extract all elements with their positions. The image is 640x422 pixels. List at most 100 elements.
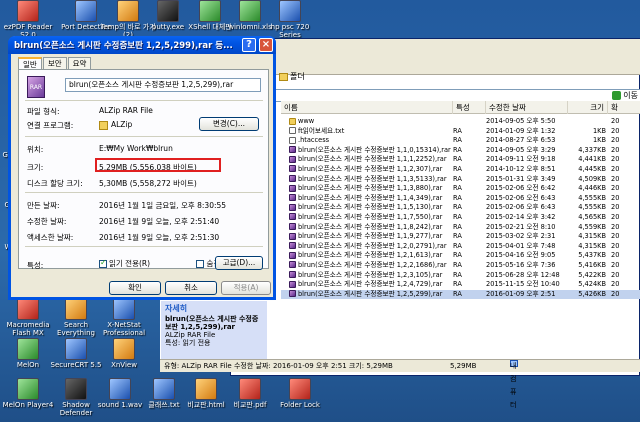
- app-icon: [199, 0, 221, 22]
- status-bar: 유형: ALZip RAR File 수정한 날짜: 2016-01-09 오후…: [160, 359, 640, 409]
- rar-file-icon: [289, 290, 296, 298]
- file-name-text: blrun(오픈소스 게시판 수정증보판 1,1,3,5133),rar: [298, 174, 447, 183]
- file-name: blrun(오픈소스 게시판 수정증보판 1,1,1,2252),rar: [289, 155, 457, 165]
- cancel-button[interactable]: 취소: [165, 281, 217, 295]
- change-button[interactable]: 변경(C)...: [199, 117, 259, 131]
- file-row[interactable]: blrun(오픈소스 게시판 수정증보판 1,2,1,613),rar RA 201…: [281, 251, 640, 261]
- go-button[interactable]: 이동: [611, 90, 638, 101]
- text-file-icon: [289, 127, 296, 135]
- file-row[interactable]: blrun(오픈소스 게시판 수정증보판 1,2,3,105),rar RA 201…: [281, 271, 640, 281]
- column-header-name[interactable]: 이름: [281, 101, 453, 114]
- open-with-app-name: ALZip: [111, 120, 133, 129]
- folders-button[interactable]: 폴더: [279, 71, 305, 82]
- rar-file-icon: [289, 232, 296, 240]
- created-value: 2016년 1월 1일 금요일, 오후 8:30:55: [99, 201, 227, 210]
- advanced-button[interactable]: 고급(D)...: [215, 256, 263, 270]
- file-row[interactable]: blrun(오픈소스 게시판 수정증보판 1,2,4,729),rar RA 201…: [281, 280, 640, 290]
- file-row[interactable]: blrun(오픈소스 게시판 수정증보판 1,2,5,299),rar RA 201…: [281, 289, 640, 300]
- file-row[interactable]: blrun(오픈소스 게시판 수정증보판 1,1,9,277),rar RA 201…: [281, 232, 640, 242]
- details-pane-body: blrun(오픈소스 게시판 수정증보판 1,2,5,299),rar ALZi…: [165, 315, 263, 347]
- dialog-tabs: 일반 보안 요약: [18, 57, 92, 70]
- file-row[interactable]: blrun(오픈소스 게시판 수정증보판 1,1,4,349),rar RA 201…: [281, 194, 640, 204]
- help-button[interactable]: ?: [242, 38, 256, 52]
- file-row[interactable]: blrun(오픈소스 게시판 수정증보판 1,2,0,2791),rar RA 20…: [281, 242, 640, 252]
- tab-summary[interactable]: 요약: [67, 57, 92, 69]
- column-header-size[interactable]: 크기: [568, 101, 608, 114]
- file-row[interactable]: .htaccess RA 2014-08-27 오후 6:53 1KB 20: [281, 136, 640, 146]
- status-info: 유형: ALZip RAR File 수정한 날짜: 2016-01-09 오후…: [164, 362, 393, 370]
- file-name-field[interactable]: blrun(오픈소스 게시판 수정증보판 1,2,5,299),rar: [65, 78, 261, 92]
- file-ext: 20: [611, 155, 620, 164]
- desktop-icon[interactable]: Folder Lock: [272, 378, 328, 409]
- file-ext: 20: [611, 145, 620, 154]
- file-name-text: blrun(오픈소스 게시판 수정증보판 1,2,5,299),rar: [298, 289, 443, 298]
- rar-file-icon: [289, 242, 296, 250]
- file-date: 2015-02-06 오전 6:42: [486, 184, 556, 193]
- disk-size-label: 디스크 할당 크기:: [27, 179, 83, 188]
- desktop-icon[interactable]: ezPDF Reader S2.0: [0, 0, 56, 39]
- location-value: E:₩My Work₩blrun: [99, 144, 173, 153]
- file-attr: RA: [453, 241, 462, 250]
- divider: [25, 100, 263, 101]
- desktop-icon[interactable]: X-NetStat Professional: [96, 298, 152, 337]
- file-name: blrun(오픈소스 게시판 수정증보판 1,1,3,880),rar: [289, 184, 457, 194]
- file-attr: RA: [453, 212, 462, 221]
- file-size: 4,315KB: [578, 232, 606, 241]
- folders-label: 폴더: [290, 72, 305, 81]
- dialog-titlebar[interactable]: blrun(오픈소스 게시판 수정증보판 1,2,5,299),rar 등...…: [8, 36, 276, 54]
- desktop-icon[interactable]: XnView: [96, 338, 152, 369]
- details-file-name: blrun(오픈소스 게시판 수정증보판 1,2,5,299),rar: [165, 315, 259, 331]
- file-row[interactable]: www 2014-09-05 오후 5:50 20: [281, 117, 640, 127]
- file-name-text: www: [298, 117, 315, 125]
- file-row[interactable]: ft읽어보세요.txt RA 2014-01-09 오후 1:32 1KB 20: [281, 127, 640, 137]
- file-ext: 20: [611, 251, 620, 260]
- file-name-text: blrun(오픈소스 게시판 수정증보판 1,1,5,130),rar: [298, 203, 443, 212]
- file-size: 4,509KB: [578, 174, 606, 183]
- rar-file-icon: RAR: [27, 76, 45, 98]
- file-name: blrun(오픈소스 게시판 수정증보판 1,1,5,130),rar: [289, 203, 457, 213]
- file-date: 2014-09-11 오전 9:18: [486, 155, 556, 164]
- file-row[interactable]: blrun(오픈소스 게시판 수정증보판 1,2,2,1686),rar RA 20…: [281, 261, 640, 271]
- file-name: blrun(오픈소스 게시판 수정증보판 1,1,4,349),rar: [289, 194, 457, 204]
- app-icon: [65, 298, 87, 320]
- app-icon: [113, 298, 135, 320]
- file-type-label: 파일 형식:: [27, 107, 60, 116]
- file-name: blrun(오픈소스 게시판 수정증보판 1,1,8,242),rar: [289, 223, 457, 233]
- explorer-window: 폴더 이동 이름 특성 수정한 날짜 크기 확 www 2014-09-05 오후…: [230, 38, 640, 376]
- column-header-date[interactable]: 수정한 날짜: [486, 101, 568, 114]
- desktop-icon-label: XnView: [111, 361, 137, 369]
- file-attr: RA: [453, 251, 462, 260]
- file-size: 5,416KB: [578, 260, 606, 269]
- desktop-icon[interactable]: 비교판.pdf: [222, 378, 278, 409]
- details-pane-title[interactable]: 자세히: [165, 303, 187, 314]
- file-row[interactable]: blrun(오픈소스 게시판 수정증보판 1,1,2,307),rar RA 201…: [281, 165, 640, 175]
- file-row[interactable]: blrun(오픈소스 게시판 수정증보판 1,1,3,5133),rar RA 20…: [281, 175, 640, 185]
- file-row[interactable]: blrun(오픈소스 게시판 수정증보판 1,1,8,242),rar RA 201…: [281, 223, 640, 233]
- file-size: 5,426KB: [578, 289, 606, 298]
- column-header-attr[interactable]: 특성: [453, 101, 486, 114]
- tab-security[interactable]: 보안: [42, 57, 67, 69]
- file-row[interactable]: blrun(오픈소스 게시판 수정증보판 1,1,3,880),rar RA 201…: [281, 184, 640, 194]
- file-row[interactable]: blrun(오픈소스 게시판 수정증보판 1,1,0,15314),rar RA 2…: [281, 146, 640, 156]
- desktop-icon[interactable]: hp psc 720 Series: [262, 0, 318, 39]
- file-attr: RA: [453, 280, 462, 289]
- file-date: 2014-08-27 오후 6:53: [486, 136, 556, 145]
- file-date: 2015-02-06 오전 6:43: [486, 193, 556, 202]
- column-header-ext[interactable]: 확: [608, 101, 640, 114]
- close-button[interactable]: ×: [259, 38, 273, 52]
- apply-button[interactable]: 적용(A): [221, 281, 271, 295]
- file-size: 4,565KB: [578, 212, 606, 221]
- app-icon: [17, 338, 39, 360]
- file-row[interactable]: blrun(오픈소스 게시판 수정증보판 1,1,1,2252),rar RA 20…: [281, 155, 640, 165]
- file-size: 4,337KB: [578, 145, 606, 154]
- ok-button[interactable]: 확인: [109, 281, 161, 295]
- divider: [25, 136, 263, 137]
- readonly-checkbox[interactable]: 읽기 전용(R): [99, 258, 172, 268]
- file-attr: RA: [453, 203, 462, 212]
- location-label: 위치:: [27, 145, 44, 154]
- modified-value: 2016년 1월 9일 오늘, 오후 2:51:40: [99, 217, 220, 226]
- file-size: 5,424KB: [578, 280, 606, 289]
- file-row[interactable]: blrun(오픈소스 게시판 수정증보판 1,1,7,550),rar RA 201…: [281, 213, 640, 223]
- status-location-label: 내 컴퓨터: [510, 362, 517, 409]
- file-row[interactable]: blrun(오픈소스 게시판 수정증보판 1,1,5,130),rar RA 201…: [281, 203, 640, 213]
